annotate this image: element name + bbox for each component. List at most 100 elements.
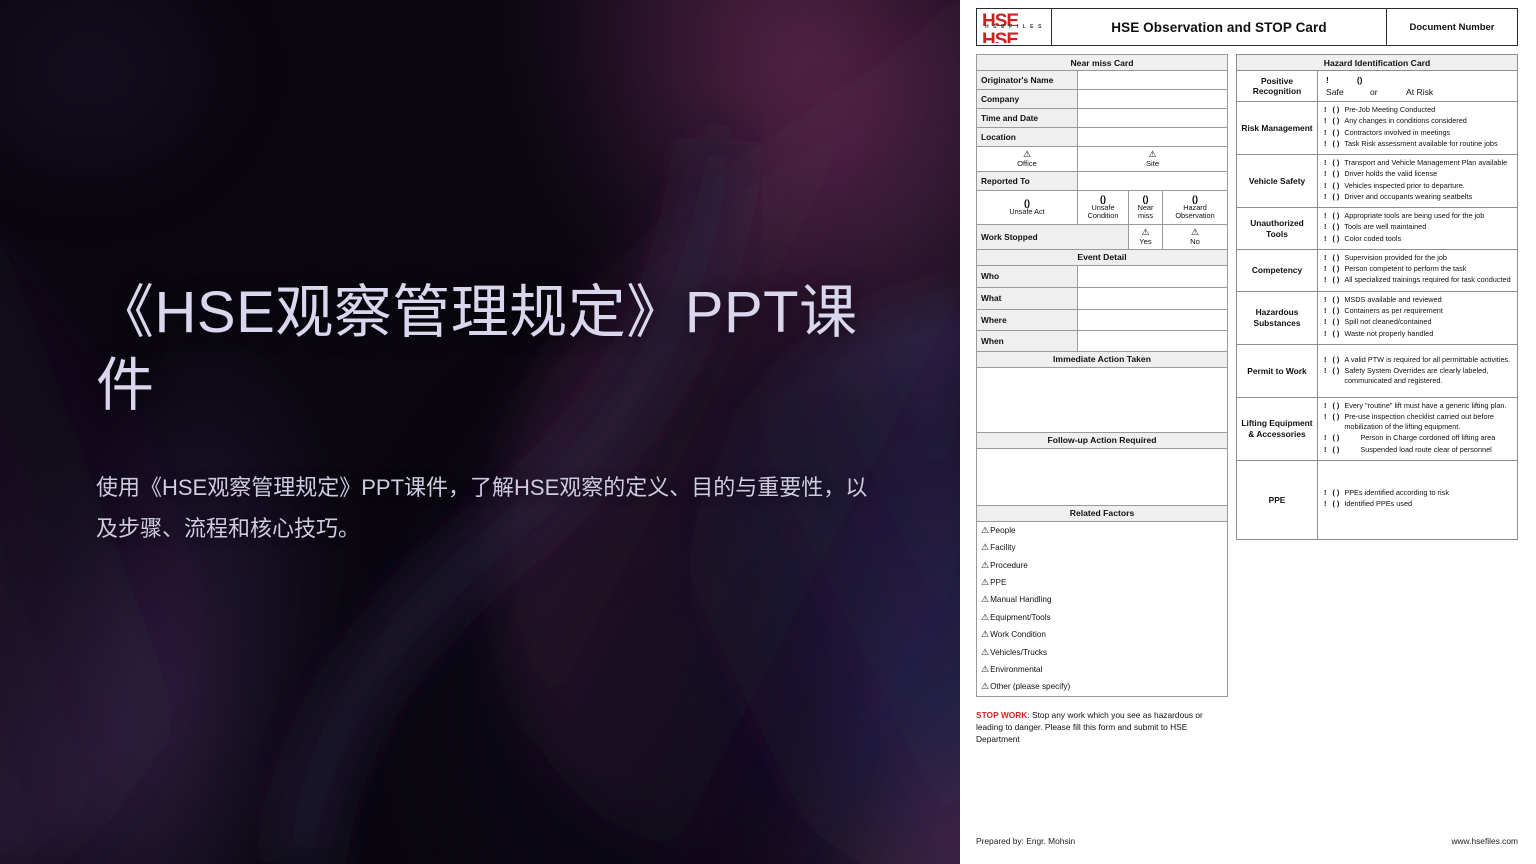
document-number-label: Document Number	[1409, 21, 1495, 33]
location-option-office-label: Office	[1017, 159, 1037, 168]
checklist-item[interactable]: ! () Any changes in conditions considere…	[1324, 116, 1513, 126]
hazard-category-ppe: PPE	[1236, 459, 1318, 540]
checklist-item[interactable]: ! () Task Risk assessment available for …	[1324, 139, 1513, 149]
table-row: Who	[976, 264, 1228, 288]
related-factor-other[interactable]: ⚠Other (please specify)	[977, 678, 1227, 696]
field-input-where[interactable]	[1077, 308, 1228, 331]
field-input-time-date[interactable]	[1077, 108, 1228, 128]
hazard-category-vehicle-safety: Vehicle Safety	[1236, 154, 1318, 209]
checkbox-icon: ! ()	[1324, 354, 1342, 364]
warning-triangle-icon: ⚠	[981, 611, 990, 622]
checklist-item[interactable]: ! () Contractors involved in meetings	[1324, 128, 1513, 138]
checklist-item[interactable]: ! () Waste not properly handled	[1324, 329, 1513, 339]
checkbox-icon: ! ()	[1324, 412, 1342, 422]
slide-content: 《HSE观察管理规定》PPT课件 使用《HSE观察管理规定》PPT课件，了解HS…	[0, 0, 960, 550]
location-option-site[interactable]: ⚠ Site	[1077, 146, 1228, 172]
related-factor-procedure-label: Procedure	[990, 560, 1028, 570]
checklist-item[interactable]: ! () A valid PTW is required for all per…	[1324, 355, 1513, 365]
related-factor-environmental[interactable]: ⚠Environmental	[977, 660, 1227, 679]
work-stopped-yes[interactable]: ⚠ Yes	[1128, 223, 1163, 250]
checklist-item[interactable]: ! () Supervision provided for the job	[1324, 253, 1513, 263]
checklist-item[interactable]: ! () Transport and Vehicle Management Pl…	[1324, 158, 1513, 168]
checklist-item-label: Identified PPEs used	[1344, 499, 1413, 509]
checklist-item[interactable]: ! () Driver and occupants wearing seatbe…	[1324, 192, 1513, 202]
hazard-category-lifting-equipment: Lifting Equipment & Accessories	[1236, 397, 1318, 461]
warning-triangle-icon: ⚠	[981, 542, 990, 553]
checkbox-icon: ! ()	[1324, 328, 1342, 338]
checkbox-icon: ! ()	[1324, 488, 1342, 498]
table-row: Risk Management ! () Pre-Job Meeting Con…	[1236, 100, 1518, 156]
field-input-when[interactable]	[1077, 329, 1228, 352]
related-factor-equipment-tools[interactable]: ⚠Equipment/Tools	[977, 608, 1227, 627]
field-label-originator: Originator's Name	[976, 70, 1078, 90]
checklist-item[interactable]: ! () Pre-Job Meeting Conducted	[1324, 105, 1513, 115]
related-factor-ppe[interactable]: ⚠PPE	[977, 573, 1227, 592]
checkbox-icon: ! ()	[1324, 169, 1342, 179]
warning-triangle-icon: ⚠	[981, 681, 990, 692]
related-factor-manual-handling[interactable]: ⚠Manual Handling	[977, 591, 1227, 609]
event-detail-heading: Event Detail	[976, 248, 1228, 266]
warning-triangle-icon: ⚠	[981, 629, 990, 640]
checklist-item[interactable]: ! () MSDS available and reviewed	[1324, 295, 1513, 305]
observation-type-hazard-observation[interactable]: () Hazard Observation	[1162, 190, 1228, 225]
checklist-item-label: MSDS available and reviewed	[1344, 294, 1442, 304]
checklist-item[interactable]: ! () Person competent to perform the tas…	[1324, 264, 1513, 274]
work-stopped-no[interactable]: ⚠ No	[1162, 223, 1228, 250]
checklist-item[interactable]: ! () Safety System Overrides are clearly…	[1324, 366, 1513, 386]
checklist-item[interactable]: ! () Suspended load route clear of perso…	[1324, 445, 1513, 455]
field-label-work-stopped: Work Stopped	[976, 223, 1129, 250]
location-option-office[interactable]: ⚠ Office	[976, 146, 1078, 172]
observation-type-near-miss[interactable]: () Near miss	[1128, 190, 1163, 225]
related-factor-people[interactable]: ⚠People	[977, 521, 1227, 540]
hazard-items-risk-management: ! () Pre-Job Meeting Conducted ! () Any …	[1317, 100, 1518, 156]
hazard-identification-table: Hazard Identification Card Positive Reco…	[1236, 54, 1518, 540]
field-input-company[interactable]	[1077, 89, 1228, 109]
checklist-item[interactable]: ! () Spill not cleaned/contained	[1324, 317, 1513, 327]
observation-type-unsafe-condition[interactable]: () Unsafe Condition	[1077, 190, 1129, 225]
checklist-item[interactable]: ! () Vehicles inspected prior to departu…	[1324, 181, 1513, 191]
hazard-items-competency: ! () Supervision provided for the job ! …	[1317, 248, 1518, 292]
checklist-item[interactable]: ! () Color coded tools	[1324, 234, 1513, 244]
checklist-item[interactable]: ! () PPEs identified according to risk	[1324, 488, 1513, 498]
observation-type-unsafe-act[interactable]: () Unsafe Act	[976, 190, 1078, 225]
related-factor-facility[interactable]: ⚠Facility	[977, 539, 1227, 557]
presentation-slide: 《HSE观察管理规定》PPT课件 使用《HSE观察管理规定》PPT课件，了解HS…	[0, 0, 960, 864]
related-factor-vehicles-trucks[interactable]: ⚠Vehicles/Trucks	[977, 643, 1227, 661]
related-factor-other-label: Other (please specify)	[990, 682, 1071, 692]
field-input-originator[interactable]	[1077, 70, 1228, 90]
list-item: ⚠Environmental	[977, 660, 1227, 679]
list-item: ⚠Procedure	[977, 556, 1227, 574]
checklist-item[interactable]: ! () Driver holds the valid license	[1324, 169, 1513, 179]
checkbox-icon-safe[interactable]: !	[1326, 75, 1329, 86]
field-input-what[interactable]	[1077, 286, 1228, 310]
hazard-card-heading: Hazard Identification Card	[1236, 54, 1518, 71]
work-stopped-yes-label: Yes	[1139, 236, 1152, 246]
checklist-item[interactable]: ! () Containers as per requirement	[1324, 306, 1513, 316]
checklist-item[interactable]: ! () Tools are well maintained	[1324, 222, 1513, 232]
near-miss-card-table: Near miss Card Originator's Name Company…	[976, 54, 1228, 250]
checklist-item-label: Color coded tools	[1344, 233, 1402, 243]
checklist-item[interactable]: ! () Pre-use inspection checklist carrie…	[1324, 412, 1513, 432]
checkbox-icon-at-risk[interactable]: ()	[1357, 75, 1363, 86]
checklist-item[interactable]: ! () Person in Charge cordoned off lifti…	[1324, 433, 1513, 443]
related-factor-work-condition[interactable]: ⚠Work Condition	[977, 626, 1227, 644]
related-factor-work-condition-label: Work Condition	[990, 630, 1046, 640]
immediate-action-input[interactable]	[976, 366, 1228, 433]
field-input-who[interactable]	[1077, 264, 1228, 288]
warning-triangle-icon: ⚠	[981, 559, 990, 570]
checkbox-icon: ! ()	[1324, 116, 1342, 126]
table-row: Permit to Work ! () A valid PTW is requi…	[1236, 343, 1518, 399]
checklist-item[interactable]: ! () Every "routine" lift must have a ge…	[1324, 401, 1513, 411]
table-row: Location	[976, 127, 1228, 147]
followup-action-input[interactable]	[976, 447, 1228, 506]
field-input-reported-to[interactable]	[1077, 171, 1228, 191]
observation-type-near-miss-label: Near miss	[1137, 203, 1154, 221]
checklist-item-label: Driver and occupants wearing seatbelts	[1344, 191, 1473, 201]
checklist-item[interactable]: ! () Appropriate tools are being used fo…	[1324, 211, 1513, 221]
checklist-item[interactable]: ! () All specialized trainings required …	[1324, 275, 1513, 285]
related-factor-procedure[interactable]: ⚠Procedure	[977, 556, 1227, 574]
hazard-items-lifting-equipment: ! () Every "routine" lift must have a ge…	[1317, 397, 1518, 461]
field-input-location[interactable]	[1077, 127, 1228, 147]
checkbox-icon: ! ()	[1324, 444, 1342, 454]
checklist-item[interactable]: ! () Identified PPEs used	[1324, 499, 1513, 509]
